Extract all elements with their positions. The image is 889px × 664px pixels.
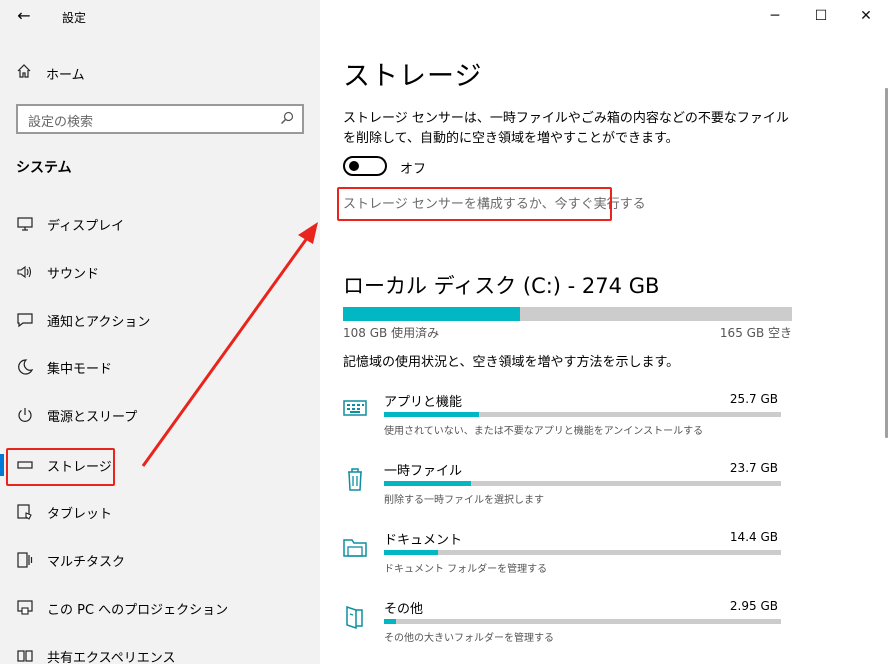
search-icon bbox=[280, 111, 294, 129]
speaker-icon bbox=[16, 263, 34, 281]
sidebar-item-tablet[interactable]: タブレット bbox=[0, 492, 320, 532]
category-bar bbox=[384, 619, 781, 624]
toggle-state-label: オフ bbox=[400, 162, 427, 177]
other-icon bbox=[342, 604, 368, 630]
tablet-icon bbox=[16, 503, 34, 521]
category-subtitle: 使用されていない、または不要なアプリと機能をアンインストールする bbox=[384, 426, 704, 437]
moon-icon bbox=[16, 358, 34, 376]
storage-sense-toggle[interactable] bbox=[343, 156, 387, 176]
category-bar bbox=[384, 412, 781, 417]
active-indicator bbox=[0, 454, 4, 476]
main-content: ストレージ ストレージ センサーは、一時ファイルやごみ箱の内容などの不要なファイ… bbox=[320, 0, 889, 664]
sidebar-item-shared-experiences[interactable]: 共有エクスペリエンス bbox=[0, 636, 320, 664]
share-icon bbox=[16, 647, 34, 664]
search-input[interactable]: 設定の検索 bbox=[16, 104, 304, 134]
page-title: ストレージ bbox=[343, 61, 483, 92]
drive-free-label: 165 GB 空き bbox=[719, 326, 792, 340]
search-placeholder: 設定の検索 bbox=[28, 115, 94, 130]
category-size: 25.7 GB bbox=[729, 392, 778, 406]
display-icon bbox=[16, 215, 34, 233]
category-size: 2.95 GB bbox=[729, 599, 778, 613]
sidebar: ← 設定 ホーム 設定の検索 システム ディスプレイ サウンド 通知とアクション… bbox=[0, 0, 320, 664]
sidebar-item-display[interactable]: ディスプレイ bbox=[0, 204, 320, 244]
category-size: 14.4 GB bbox=[729, 530, 778, 544]
category-bar-fill bbox=[384, 412, 480, 417]
category-apps[interactable]: アプリと機能 25.7 GB 使用されていない、または不要なアプリと機能をアンイ… bbox=[342, 391, 792, 453]
category-other[interactable]: その他 2.95 GB その他の大きいフォルダーを管理する bbox=[342, 598, 792, 660]
nav-home-label: ホーム bbox=[46, 67, 85, 83]
sidebar-item-label: 電源とスリープ bbox=[47, 409, 138, 425]
apps-icon bbox=[342, 397, 368, 423]
storage-sense-description: ストレージ センサーは、一時ファイルやごみ箱の内容などの不要なファイルを削除して… bbox=[343, 111, 789, 146]
category-name: その他 bbox=[384, 602, 424, 617]
drive-used-label: 108 GB 使用済み bbox=[343, 326, 440, 340]
category-size: 23.7 GB bbox=[729, 461, 778, 475]
sidebar-item-sound[interactable]: サウンド bbox=[0, 252, 320, 292]
category-bar-fill bbox=[384, 619, 396, 624]
sidebar-item-label: ディスプレイ bbox=[47, 218, 125, 234]
highlight-box-storage bbox=[6, 448, 115, 486]
sidebar-item-label: この PC へのプロジェクション bbox=[47, 602, 229, 618]
sidebar-item-label: 集中モード bbox=[47, 361, 113, 377]
back-button[interactable]: ← bbox=[12, 6, 36, 26]
sidebar-item-label: 共有エクスペリエンス bbox=[47, 650, 176, 664]
notification-icon bbox=[16, 311, 34, 329]
category-bar bbox=[384, 550, 781, 555]
scrollbar[interactable] bbox=[885, 32, 889, 632]
category-name: 一時ファイル bbox=[384, 464, 463, 479]
sidebar-item-focus[interactable]: 集中モード bbox=[0, 347, 320, 387]
home-icon bbox=[16, 63, 34, 83]
category-name: アプリと機能 bbox=[384, 395, 463, 410]
sidebar-item-power[interactable]: 電源とスリープ bbox=[0, 395, 320, 435]
category-subtitle: ドキュメント フォルダーを管理する bbox=[384, 564, 548, 575]
folder-icon bbox=[342, 535, 368, 561]
category-bar bbox=[384, 481, 781, 486]
section-title: システム bbox=[16, 160, 72, 176]
drive-title: ローカル ディスク (C:) - 274 GB bbox=[343, 274, 660, 298]
category-bar-fill bbox=[384, 550, 438, 555]
sidebar-item-multitasking[interactable]: マルチタスク bbox=[0, 540, 320, 580]
sidebar-item-label: 通知とアクション bbox=[47, 314, 151, 330]
power-icon bbox=[16, 406, 34, 424]
trash-icon bbox=[342, 466, 368, 492]
sidebar-item-label: タブレット bbox=[47, 506, 113, 522]
drive-usage-bar bbox=[343, 307, 792, 321]
sidebar-item-label: マルチタスク bbox=[47, 554, 126, 570]
category-temp-files[interactable]: 一時ファイル 23.7 GB 削除する一時ファイルを選択します bbox=[342, 460, 792, 522]
category-subtitle: その他の大きいフォルダーを管理する bbox=[384, 633, 554, 644]
nav-home[interactable]: ホーム bbox=[16, 62, 85, 84]
scrollbar-thumb[interactable] bbox=[885, 88, 888, 438]
toggle-knob bbox=[349, 161, 359, 171]
category-subtitle: 削除する一時ファイルを選択します bbox=[384, 495, 544, 506]
drive-usage-fill bbox=[343, 307, 520, 321]
projection-icon bbox=[16, 599, 34, 617]
category-documents[interactable]: ドキュメント 14.4 GB ドキュメント フォルダーを管理する bbox=[342, 529, 792, 591]
app-title: 設定 bbox=[62, 11, 87, 25]
category-name: ドキュメント bbox=[384, 533, 463, 548]
multitask-icon bbox=[16, 551, 34, 569]
sidebar-item-notifications[interactable]: 通知とアクション bbox=[0, 300, 320, 340]
usage-description: 記憶域の使用状況と、空き領域を増やす方法を示します。 bbox=[343, 355, 680, 370]
category-bar-fill bbox=[384, 481, 472, 486]
highlight-box-link bbox=[337, 187, 612, 221]
sidebar-item-label: サウンド bbox=[47, 266, 100, 282]
sidebar-item-projection[interactable]: この PC へのプロジェクション bbox=[0, 588, 320, 628]
